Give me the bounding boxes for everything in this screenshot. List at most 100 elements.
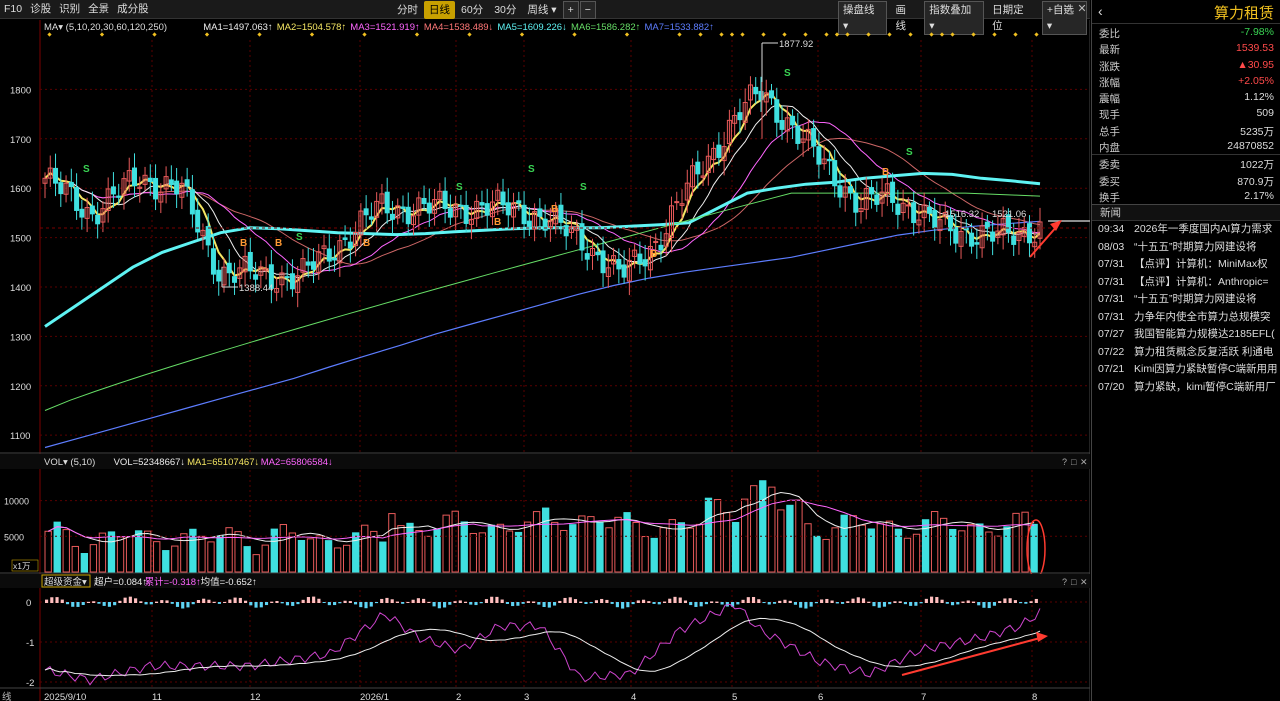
- period-tab-0[interactable]: 分时: [392, 1, 423, 19]
- settings-icon[interactable]: ?: [1062, 457, 1067, 467]
- price-tick: 1800: [10, 85, 31, 96]
- period-tab-1[interactable]: 日线: [424, 1, 455, 19]
- news-item[interactable]: 07/31 力争年内使全市算力总规模突: [1092, 309, 1280, 327]
- volume-bar: [315, 535, 324, 573]
- volume-bar: [551, 521, 559, 573]
- news-item[interactable]: 07/20 算力紧缺，kimi暂停C端新用厂: [1092, 379, 1280, 397]
- news-item[interactable]: 07/27 我国智能算力规模达2185EFL(: [1092, 326, 1280, 344]
- news-item[interactable]: 07/31 【点评】计算机：MiniMax权: [1092, 256, 1280, 274]
- indicator-bar: [45, 599, 49, 603]
- candle-body: [642, 259, 648, 267]
- indicator-bar: [422, 598, 426, 603]
- volume-bar: [252, 554, 260, 573]
- candle-body: [289, 273, 295, 290]
- legend-value: MA6=1586.282↑: [571, 22, 640, 33]
- news-item[interactable]: 07/22 算力租赁概念反复活跃 利通电: [1092, 344, 1280, 362]
- close-icon[interactable]: ✕: [1080, 577, 1088, 587]
- indicator-bar: [898, 601, 902, 603]
- menu-diagnose[interactable]: 诊股: [26, 2, 55, 17]
- volume-bar: [116, 536, 125, 573]
- indicator-bar: [453, 601, 457, 603]
- menu-constituents[interactable]: 成分股: [113, 2, 153, 17]
- news-item[interactable]: 09:34 2026年一季度国内AI算力需求: [1092, 221, 1280, 239]
- sell-signal: S: [580, 182, 587, 193]
- candle-body: [247, 251, 253, 272]
- news-item[interactable]: 07/31 “十五五”时期算力网建设将: [1092, 291, 1280, 309]
- news-item[interactable]: 07/31 【点评】计算机：Anthropic=: [1092, 274, 1280, 292]
- quote-row: 换手 2.17%: [1092, 188, 1280, 204]
- menu-icon[interactable]: ≡: [1060, 2, 1074, 16]
- news-item[interactable]: 07/21 Kimi因算力紧缺暂停C端新用用: [1092, 361, 1280, 379]
- buy-signal: B: [650, 249, 657, 260]
- period-tab-2[interactable]: 60分: [456, 1, 488, 19]
- indicator-bar: [526, 601, 530, 603]
- close-icon[interactable]: ✕: [1075, 2, 1089, 16]
- sell-signal: S: [296, 232, 303, 243]
- indicator-bar: [662, 601, 667, 603]
- indicator-bar: [982, 602, 986, 608]
- candle-body: [869, 187, 875, 195]
- indicator-selector[interactable]: 超级资金▾: [44, 576, 87, 588]
- legend-value: MA3=1521.919↑: [350, 22, 419, 33]
- period-tab-4[interactable]: 周线 ▾: [522, 1, 561, 19]
- period-tab-3[interactable]: 30分: [489, 1, 521, 19]
- candle-body: [505, 202, 511, 216]
- sell-signal: S: [528, 164, 535, 175]
- maximize-icon[interactable]: □: [1071, 577, 1077, 587]
- indicator-bar: [432, 602, 436, 607]
- indicator-bar: [532, 601, 536, 603]
- maximize-icon[interactable]: □: [1071, 457, 1077, 467]
- period-tab-5[interactable]: +: [562, 1, 579, 19]
- candle-body: [484, 203, 490, 216]
- indicator-bar: [144, 602, 148, 605]
- indicator-bar: [998, 601, 1002, 603]
- indicator-bar: [736, 602, 740, 605]
- candle-body: [890, 181, 896, 203]
- back-icon[interactable]: ‹: [1098, 3, 1103, 19]
- indicator-bar: [856, 597, 860, 603]
- indicator-bar: [86, 601, 91, 603]
- indicator-bar: [490, 596, 494, 603]
- quote-value: -7.98%: [1240, 26, 1274, 38]
- ma120-line: [44, 192, 1041, 411]
- indicator-bar: [636, 600, 640, 603]
- legend-label[interactable]: VOL▾ (5,10): [44, 457, 95, 468]
- quote-value: 1.12%: [1244, 91, 1274, 104]
- indicator-bar: [107, 602, 111, 607]
- menu-overview[interactable]: 全景: [84, 2, 113, 17]
- indicator-bar: [469, 602, 473, 605]
- volume-bar: [940, 517, 948, 573]
- indicator-bar: [1003, 598, 1007, 603]
- indicator-bar: [275, 600, 279, 603]
- date-label: 2: [456, 692, 461, 701]
- indicator-bar: [322, 602, 326, 604]
- volume-bar: [967, 524, 975, 573]
- quote-panel: ‹ 算力租赁 委比 -7.98% 最新 1539.53 涨跌 ▲30.95 涨幅 +2.05%…: [1091, 0, 1280, 701]
- menu-identify[interactable]: 识别: [55, 2, 84, 17]
- volume-bar: [695, 523, 704, 573]
- news-headline: 算力租赁概念反复活跃 利通电: [1134, 345, 1274, 358]
- toolbar: F10 诊股 识别 全景 成分股 分时 日线 60分 30分 周线 ▾ + − 操盘线 ▾ 画…: [0, 0, 1090, 35]
- indicator-bar: [992, 602, 997, 606]
- candle-body: [847, 186, 853, 194]
- indicator-bar: [678, 597, 682, 603]
- menu-f10[interactable]: F10: [0, 2, 26, 17]
- chart-area[interactable]: MA▾ (5,10,20,30,60,120,250) MA1=1497.063↑…: [0, 20, 1091, 701]
- indicator-bar: [160, 600, 164, 603]
- indicator-bar: [851, 598, 855, 603]
- date-label: 2026/1: [360, 692, 389, 701]
- candle-body: [458, 204, 464, 207]
- close-icon[interactable]: ✕: [1080, 457, 1088, 467]
- volume-bar: [894, 528, 903, 573]
- news-item[interactable]: 08/03 “十五五”时期算力网建设将: [1092, 239, 1280, 257]
- candle-body: [326, 248, 332, 262]
- period-tab-6[interactable]: −: [579, 1, 596, 19]
- indicator-bar: [626, 602, 630, 608]
- legend-label[interactable]: MA▾ (5,10,20,30,60,120,250): [44, 22, 167, 33]
- candle-body: [969, 232, 975, 247]
- indicator-bar: [437, 602, 441, 609]
- date-label: 8: [1032, 692, 1037, 701]
- settings-icon[interactable]: ?: [1062, 577, 1067, 587]
- candle-body: [816, 146, 822, 165]
- kline-chart[interactable]: MA▾ (5,10,20,30,60,120,250) MA1=1497.063↑…: [0, 20, 1091, 701]
